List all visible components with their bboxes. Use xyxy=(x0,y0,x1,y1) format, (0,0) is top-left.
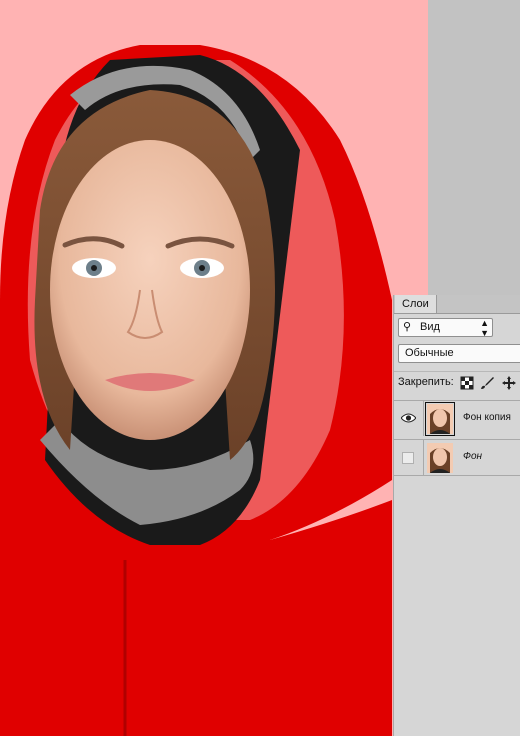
lock-transparent-pixels-icon[interactable] xyxy=(460,376,474,390)
visibility-toggle[interactable] xyxy=(394,440,424,475)
left-pupil xyxy=(91,265,97,271)
lock-image-pixels-icon[interactable] xyxy=(480,376,494,390)
blend-mode-dropdown[interactable]: Обычные xyxy=(398,344,520,363)
workspace-background xyxy=(428,0,520,295)
layer-thumbnail xyxy=(425,402,455,436)
right-pupil xyxy=(199,265,205,271)
lock-row: Закрепить: xyxy=(394,371,520,394)
layer-row-fon-kopiya[interactable]: Фон копия xyxy=(394,400,520,436)
kind-filter-dropdown[interactable]: ⚲ Вид ▲ ▼ xyxy=(398,318,493,338)
layer-row-fon[interactable]: Фон xyxy=(394,439,520,476)
visibility-toggle[interactable] xyxy=(394,401,424,436)
blend-mode-label: Обычные xyxy=(405,347,454,359)
visibility-empty-box xyxy=(402,452,414,464)
lock-position-icon[interactable] xyxy=(502,376,516,390)
layer-name: Фон копия xyxy=(463,412,511,423)
layer-name: Фон xyxy=(463,451,483,462)
eye-icon xyxy=(401,413,416,423)
search-icon: ⚲ xyxy=(403,321,412,333)
panel-tab-bar: Слои xyxy=(394,295,520,314)
kind-filter-label: Вид xyxy=(420,321,440,333)
tab-layers[interactable]: Слои xyxy=(395,295,437,313)
chevron-updown-icon: ▲ ▼ xyxy=(480,318,489,338)
face xyxy=(50,140,250,440)
layer-thumbnail xyxy=(427,443,453,473)
lock-label: Закрепить: xyxy=(398,376,454,388)
layers-panel[interactable]: Слои ⚲ Вид ▲ ▼ Обычные Закрепить: Фон ко… xyxy=(393,295,520,736)
